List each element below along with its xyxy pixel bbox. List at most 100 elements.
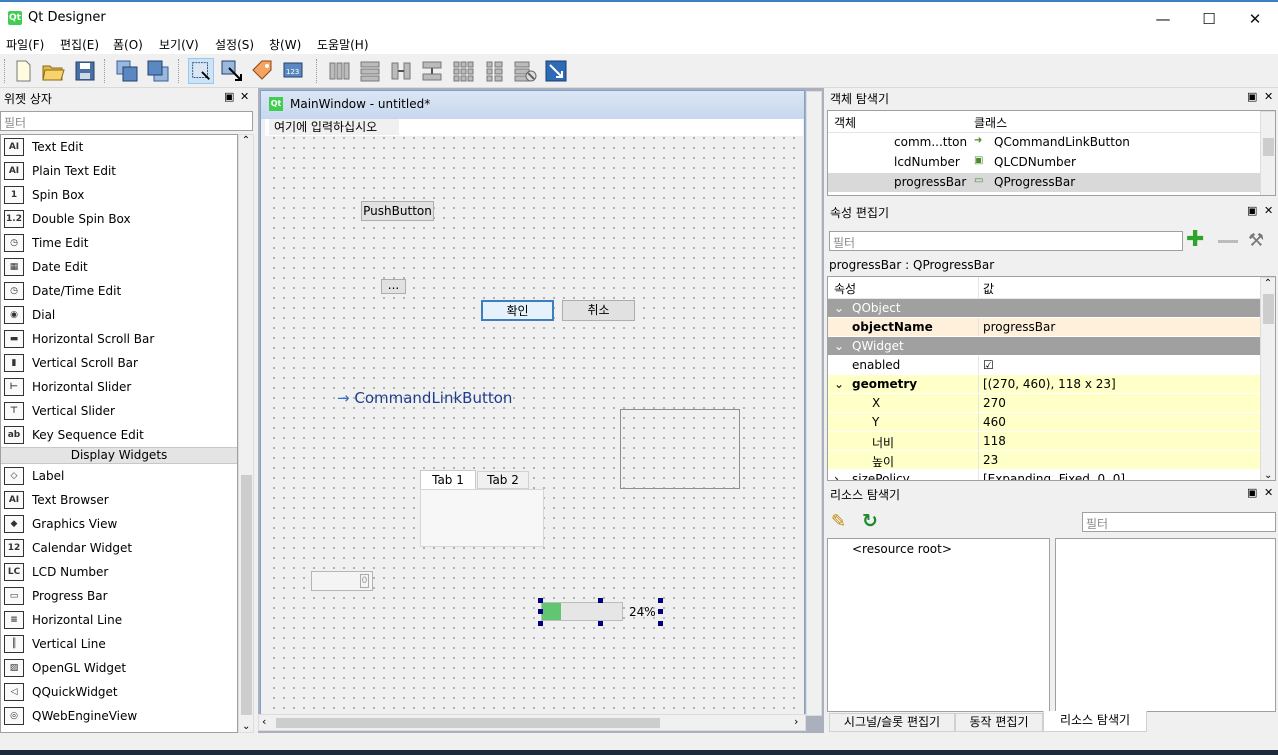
tab-action-editor[interactable]: 동작 편집기 (955, 713, 1043, 732)
category-display-widgets[interactable]: Display Widgets (1, 447, 237, 464)
object-row[interactable]: progressBar ▭ QProgressBar (828, 173, 1275, 193)
tab-1[interactable]: Tab 1 (420, 470, 476, 489)
widget-item[interactable]: ◷ Date/Time Edit (1, 279, 237, 303)
new-file-icon[interactable] (10, 58, 36, 84)
break-layout-icon[interactable] (512, 58, 538, 84)
widget-item[interactable]: ▬ Horizontal Scroll Bar (1, 327, 237, 351)
widget-item[interactable]: AI Text Edit (1, 135, 237, 159)
edit-tab-order-icon[interactable]: 123 (281, 58, 307, 84)
form-menu-placeholder[interactable]: 여기에 입력하십시오 (269, 119, 399, 135)
widget-item[interactable]: ◁ QQuickWidget (1, 680, 237, 704)
tool-button[interactable]: ... (381, 279, 406, 294)
expand-chevron-icon[interactable]: › (830, 470, 843, 480)
widget-item[interactable]: 12 Calendar Widget (1, 536, 237, 560)
object-tree-scrollbar[interactable] (1260, 111, 1275, 195)
hscroll-thumb[interactable] (276, 718, 660, 728)
menu-form[interactable]: 폼(O) (113, 36, 143, 53)
widget-item[interactable]: 1 Spin Box (1, 183, 237, 207)
property-row[interactable]: enabled ☑ (828, 356, 1275, 375)
resource-list[interactable] (1055, 538, 1276, 712)
mdi-hscrollbar[interactable]: ‹ › (258, 714, 806, 731)
save-icon[interactable] (72, 58, 98, 84)
reload-icon[interactable]: ↻ (862, 510, 878, 532)
widget-item[interactable]: ▭ Progress Bar (1, 584, 237, 608)
menu-help[interactable]: 도움말(H) (317, 36, 369, 53)
send-to-back-icon[interactable] (114, 58, 140, 84)
maximize-button[interactable]: ☐ (1186, 8, 1232, 30)
property-row[interactable]: objectName progressBar (828, 318, 1275, 337)
layout-horizontal-icon[interactable] (326, 58, 352, 84)
property-value[interactable]: 270 (978, 394, 1010, 412)
widget-list-scrollbar[interactable]: ⌃ ⌄ (238, 134, 254, 733)
expand-chevron-icon[interactable]: ⌄ (830, 375, 848, 393)
property-row[interactable]: ⌄ geometry [(270, 460), 118 x 23] (828, 375, 1275, 394)
layout-form-icon[interactable] (481, 58, 507, 84)
widget-item[interactable]: ◉ Dial (1, 303, 237, 327)
property-value[interactable]: 118 (978, 432, 1010, 450)
group-chevron-icon[interactable]: ⌄ (830, 299, 848, 317)
form-window[interactable]: Qt MainWindow - untitled* 여기에 입력하십시오 Pus… (260, 90, 822, 716)
layout-vertical-icon[interactable] (357, 58, 383, 84)
widget-item[interactable]: ║ Vertical Line (1, 632, 237, 656)
close-icon[interactable]: ✕ (240, 90, 249, 103)
menu-settings[interactable]: 설정(S) (215, 36, 254, 53)
push-button[interactable]: PushButton (361, 201, 434, 221)
property-filter-input[interactable]: 필터 (829, 231, 1183, 251)
float-icon[interactable]: ▣ (1247, 90, 1257, 103)
edit-resources-icon[interactable]: ✎ (831, 511, 846, 532)
cancel-button[interactable]: 취소 (562, 300, 635, 321)
widget-item[interactable]: ⊢ Horizontal Slider (1, 375, 237, 399)
close-icon[interactable]: ✕ (1264, 90, 1273, 103)
property-row[interactable]: 높이 23 (828, 451, 1275, 470)
edit-widgets-icon[interactable] (188, 58, 214, 84)
close-icon[interactable]: ✕ (1264, 486, 1273, 499)
widget-item[interactable]: ▮ Vertical Scroll Bar (1, 351, 237, 375)
group-chevron-icon[interactable]: ⌄ (830, 337, 848, 355)
menu-edit[interactable]: 편집(E) (60, 36, 99, 53)
col-property[interactable]: 속성 (830, 277, 860, 298)
menu-file[interactable]: 파일(F) (6, 36, 44, 53)
widget-item[interactable]: ◇ Label (1, 464, 237, 488)
layout-h-splitter-icon[interactable] (388, 58, 414, 84)
widget-item[interactable]: ◎ QWebEngineView (1, 704, 237, 728)
edit-buddies-icon[interactable] (250, 58, 276, 84)
col-object[interactable]: 객체 (830, 111, 860, 132)
property-row[interactable]: 너비 118 (828, 432, 1275, 451)
layout-grid-icon[interactable] (450, 58, 476, 84)
float-icon[interactable]: ▣ (224, 90, 234, 103)
widget-item[interactable]: AI Plain Text Edit (1, 159, 237, 183)
progress-bar[interactable]: 24% (538, 598, 663, 626)
property-tree-scrollbar[interactable]: ⌃ ⌄ (1260, 277, 1275, 480)
widget-item[interactable]: ◷ Time Edit (1, 231, 237, 255)
property-value[interactable]: progressBar (978, 318, 1059, 336)
edit-signals-slots-icon[interactable] (219, 58, 245, 84)
close-icon[interactable]: ✕ (1264, 204, 1273, 217)
widget-item[interactable]: AI Text Browser (1, 488, 237, 512)
widget-item[interactable]: ab Key Sequence Edit (1, 423, 237, 447)
property-tree[interactable]: 속성 값 ⌄ QObject objectName progressBar ⌄ QWidg… (827, 276, 1276, 481)
widget-filter-input[interactable]: 필터 (0, 111, 253, 131)
property-row[interactable]: › sizePolicy [Expanding, Fixed, 0, 0] (828, 470, 1275, 480)
frame-widget[interactable] (620, 409, 740, 489)
object-row[interactable]: comm...tton ➜ QCommandLinkButton (828, 133, 1275, 153)
property-value[interactable]: [(270, 460), 118 x 23] (978, 375, 1120, 393)
col-class[interactable]: 클래스 (970, 111, 1011, 132)
minimize-button[interactable]: — (1140, 8, 1186, 30)
ok-button[interactable]: 확인 (481, 300, 554, 321)
widget-item[interactable]: 1.2 Double Spin Box (1, 207, 237, 231)
add-dynamic-property-icon[interactable]: ✚ (1186, 229, 1204, 251)
object-tree[interactable]: 객체 클래스 comm...tton ➜ QCommandLinkButton lcd… (827, 110, 1276, 196)
tab-2[interactable]: Tab 2 (477, 471, 529, 489)
widget-item[interactable]: LC LCD Number (1, 560, 237, 584)
menu-window[interactable]: 창(W) (269, 36, 301, 53)
configure-icon[interactable]: ⚒ (1248, 230, 1264, 251)
widget-item[interactable]: ⊤ Vertical Slider (1, 399, 237, 423)
form-canvas[interactable]: 여기에 입력하십시오 PushButton ... 확인 취소 → Comman… (265, 119, 803, 715)
adjust-size-icon[interactable] (543, 58, 569, 84)
property-row[interactable]: X 270 (828, 394, 1275, 413)
layout-v-splitter-icon[interactable] (419, 58, 445, 84)
tab-resource-browser[interactable]: 리소스 탐색기 (1043, 711, 1147, 732)
property-group[interactable]: ⌄ QWidget (828, 337, 1275, 356)
menu-view[interactable]: 보기(V) (159, 36, 199, 53)
property-value[interactable]: [Expanding, Fixed, 0, 0] (978, 470, 1129, 480)
